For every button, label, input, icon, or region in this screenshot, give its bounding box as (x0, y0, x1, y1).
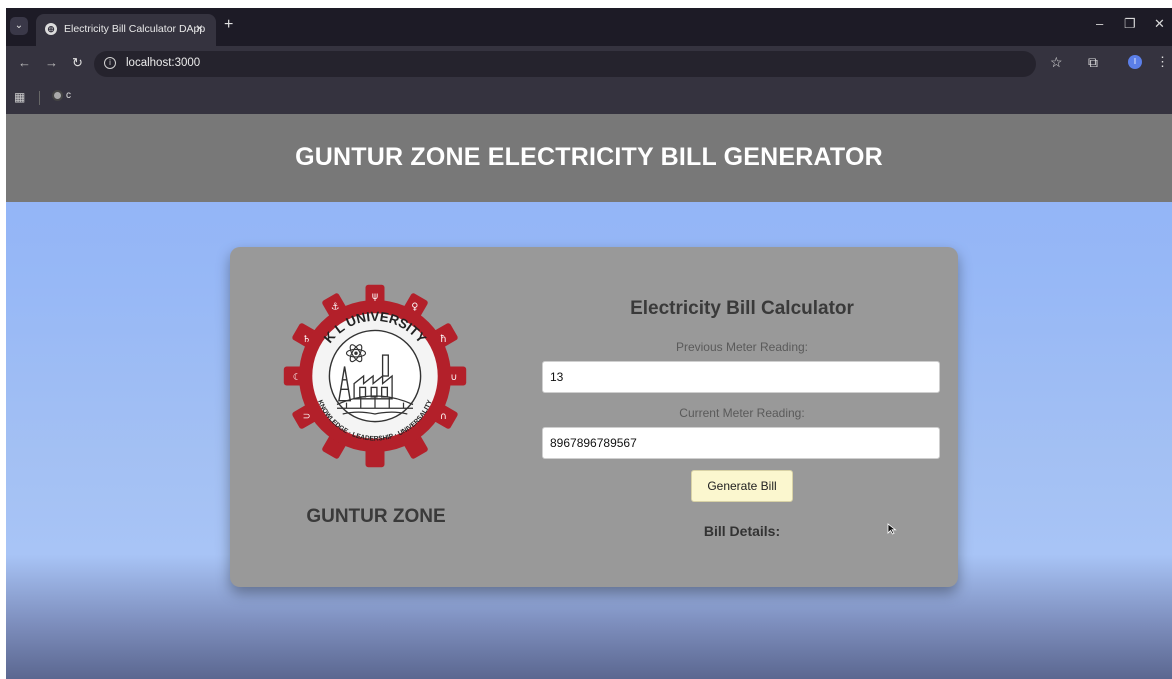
svg-text:⚓: ⚓ (331, 302, 340, 313)
svg-text:∩: ∩ (440, 411, 447, 422)
forward-icon[interactable]: → (45, 55, 58, 70)
calculator-card: K L UNIVERSITY KNOWLEDGE · LEADERSHIP · … (230, 247, 958, 587)
calculator-title: Electricity Bill Calculator (630, 298, 854, 319)
current-reading-label: Current Meter Reading: (679, 406, 805, 420)
tab-title: Electricity Bill Calculator DApp (64, 23, 206, 35)
minimize-icon[interactable]: – (1096, 16, 1103, 31)
zone-label: GUNTUR ZONE (306, 506, 446, 527)
page-content: GUNTUR ZONE ELECTRICITY BILL GENERATOR K… (6, 114, 1172, 679)
bookmark-label: c (66, 90, 71, 102)
tab-search-icon[interactable]: ⌄ (10, 17, 28, 35)
svg-text:⊃: ⊃ (303, 411, 311, 422)
profile-icon[interactable]: I (1128, 55, 1142, 69)
page-title: GUNTUR ZONE ELECTRICITY BILL GENERATOR (295, 143, 883, 171)
svg-text:ψ: ψ (372, 291, 378, 302)
svg-text:☾: ☾ (293, 372, 302, 383)
browser-tab[interactable]: ⊕ Electricity Bill Calculator DApp × (36, 14, 216, 46)
current-reading-input[interactable] (542, 427, 940, 459)
new-tab-icon[interactable]: + (224, 16, 233, 34)
menu-icon[interactable]: ⋮ (1156, 54, 1169, 70)
mouse-cursor-icon (887, 523, 897, 535)
bookmarks-bar: ▦ c (6, 82, 1172, 114)
info-icon[interactable]: i (104, 57, 116, 69)
svg-text:♀: ♀ (411, 302, 418, 313)
globe-icon: ⊕ (45, 23, 57, 35)
star-icon[interactable]: ☆ (1050, 54, 1063, 71)
page-header: GUNTUR ZONE ELECTRICITY BILL GENERATOR (6, 114, 1172, 202)
svg-text:ħ: ħ (440, 334, 447, 345)
previous-reading-input[interactable] (542, 361, 940, 393)
extensions-icon[interactable]: ⧉ (1088, 54, 1098, 71)
restore-icon[interactable]: ❐ (1124, 16, 1136, 32)
bookmark-favicon-icon (52, 90, 63, 101)
back-icon[interactable]: ← (18, 55, 31, 70)
browser-toolbar: ← → ↻ i localhost:3000 ☆ ⧉ I ⋮ (6, 46, 1172, 82)
generate-bill-button[interactable]: Generate Bill (691, 470, 793, 502)
reload-icon[interactable]: ↻ (72, 55, 83, 71)
url-text: localhost:3000 (126, 57, 201, 69)
previous-reading-label: Previous Meter Reading: (675, 340, 809, 354)
tab-close-icon[interactable]: × (196, 21, 203, 35)
svg-text:♄: ♄ (302, 334, 311, 345)
bookmark-separator (39, 91, 40, 105)
bookmark-item[interactable]: c (52, 90, 71, 106)
apps-icon[interactable]: ▦ (14, 90, 25, 104)
tab-strip: ⌄ ⊕ Electricity Bill Calculator DApp × +… (6, 8, 1172, 46)
svg-text:∪: ∪ (450, 372, 457, 383)
browser-window: ⌄ ⊕ Electricity Bill Calculator DApp × +… (6, 8, 1172, 679)
address-bar[interactable]: i localhost:3000 (94, 51, 1036, 77)
bill-details-heading: Bill Details: (703, 523, 781, 539)
kl-university-logo: K L UNIVERSITY KNOWLEDGE · LEADERSHIP · … (283, 284, 467, 468)
close-icon[interactable]: ✕ (1154, 16, 1165, 32)
